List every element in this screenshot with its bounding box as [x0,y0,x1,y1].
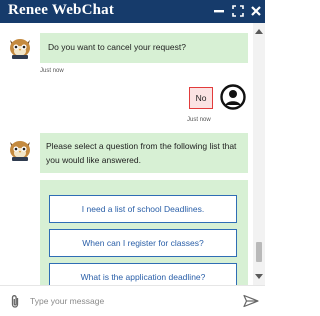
suggestion-button-register[interactable]: When can I register for classes? [49,229,237,257]
bot-message: Do you want to cancel your request? [40,33,248,63]
scroll-up-arrow-icon[interactable] [255,29,263,34]
bot-message: Please select a question from the follow… [40,133,248,173]
bot-avatar [7,36,33,60]
suggestion-card: I need a list of school Deadlines. When … [40,180,248,285]
user-message: No [189,87,213,109]
suggestion-button-application-deadline[interactable]: What is the application deadline? [49,263,237,285]
close-icon[interactable] [248,3,264,19]
maximize-icon[interactable] [230,3,246,19]
paperclip-icon[interactable] [9,294,21,309]
window-title: Renee WebChat [8,2,115,18]
message-timestamp: Just now [40,68,64,74]
scrollbar-thumb[interactable] [256,242,262,262]
chat-scrollbar[interactable] [253,23,265,285]
bot-avatar [7,138,33,162]
message-timestamp: Just now [187,117,211,123]
message-input[interactable] [30,293,230,309]
chat-transcript: Do you want to cancel your request? Just… [0,23,253,285]
minimize-icon[interactable] [211,3,227,19]
title-bar: Renee WebChat [0,0,265,23]
user-avatar [220,84,246,110]
message-composer [0,285,265,316]
send-icon[interactable] [243,294,259,308]
suggestion-button-deadlines[interactable]: I need a list of school Deadlines. [49,195,237,223]
scroll-down-arrow-icon[interactable] [255,274,263,279]
